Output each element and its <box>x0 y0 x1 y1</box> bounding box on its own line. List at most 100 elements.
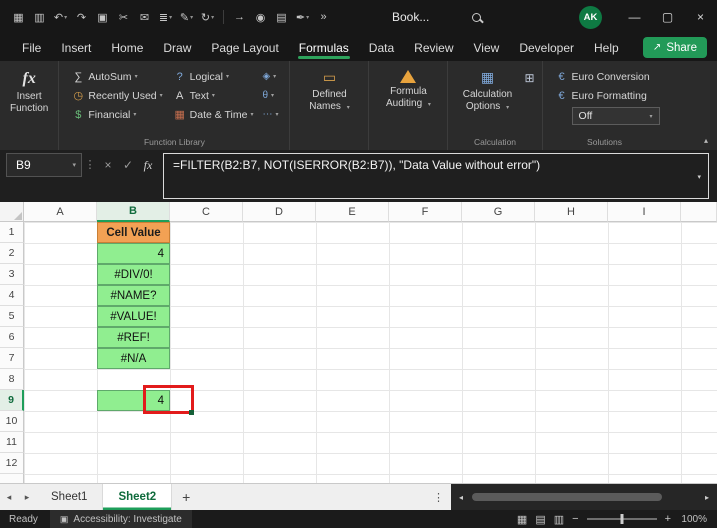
sheet-nav-left-icon[interactable]: ◂ <box>0 484 18 510</box>
accessibility-status[interactable]: ▣ Accessibility: Investigate <box>49 510 192 528</box>
financial-button[interactable]: $ Financial ▾ <box>66 105 167 124</box>
cells-area[interactable]: Cell Value 4 #DIV/0! #NAME? #VALUE! #REF… <box>24 222 717 483</box>
cell-B4[interactable]: #NAME? <box>97 285 170 306</box>
avatar[interactable]: AK <box>579 5 602 29</box>
add-sheet-button[interactable]: + <box>172 484 200 510</box>
row-header-8[interactable]: 8 <box>0 369 24 390</box>
formula-input[interactable]: =FILTER(B2:B7, NOT(ISERROR(B2:B7)), "Dat… <box>163 153 709 199</box>
row-header-9[interactable]: 9 <box>0 390 24 411</box>
autosum-button[interactable]: ∑ AutoSum ▾ <box>66 67 167 86</box>
undo-icon[interactable]: ↶ ▾ <box>50 4 71 30</box>
cut-icon[interactable]: ✂ <box>113 4 134 30</box>
row-header-5[interactable]: 5 <box>0 306 24 327</box>
tab-help[interactable]: Help <box>584 34 629 61</box>
scroll-right-icon[interactable]: ▸ <box>700 493 714 502</box>
zoom-slider[interactable] <box>586 514 657 524</box>
tab-developer[interactable]: Developer <box>509 34 584 61</box>
tab-page-layout[interactable]: Page Layout <box>201 34 288 61</box>
calculate-sheet-icon[interactable]: ⊞ <box>524 71 534 85</box>
column-header-i[interactable]: I <box>608 202 681 222</box>
cancel-icon[interactable]: × <box>98 153 118 177</box>
tab-file[interactable]: File <box>12 34 51 61</box>
share-button[interactable]: ↗ Share <box>642 37 707 58</box>
cell-B2[interactable]: 4 <box>97 243 170 264</box>
row-header-3[interactable]: 3 <box>0 264 24 285</box>
column-header-f[interactable]: F <box>389 202 462 222</box>
row-header-12[interactable]: 12 <box>0 453 24 474</box>
minimize-button[interactable]: — <box>618 0 651 34</box>
lookup-reference-button[interactable]: ◈ ▾ <box>258 67 282 86</box>
cell-B6[interactable]: #REF! <box>97 327 170 348</box>
zoom-level[interactable]: 100% <box>679 514 707 525</box>
euro-formatting-button[interactable]: € Euro Formatting <box>550 86 660 105</box>
tab-review[interactable]: Review <box>404 34 463 61</box>
cell-B3[interactable]: #DIV/0! <box>97 264 170 285</box>
formula-bar-expand-icon[interactable]: ▾ <box>697 173 701 181</box>
cell-B7[interactable]: #N/A <box>97 348 170 369</box>
zoom-in-button[interactable]: + <box>665 513 671 525</box>
select-all-corner[interactable] <box>0 202 24 222</box>
column-header-e[interactable]: E <box>316 202 389 222</box>
formula-bar-handle[interactable]: ⋮ <box>84 153 96 177</box>
search-icon[interactable] <box>465 12 487 22</box>
tab-insert[interactable]: Insert <box>51 34 101 61</box>
cell-B1[interactable]: Cell Value <box>97 222 170 243</box>
repeat-icon[interactable]: ↻ ▾ <box>197 4 218 30</box>
tab-home[interactable]: Home <box>101 34 153 61</box>
page-layout-view-icon[interactable]: ▤ <box>535 513 545 526</box>
print-icon[interactable]: ▤ <box>271 4 292 30</box>
normal-view-icon[interactable]: ▦ <box>517 513 527 526</box>
copy-icon[interactable]: ▣ <box>92 4 113 30</box>
tab-formulas[interactable]: Formulas <box>289 34 359 61</box>
column-header-b[interactable]: B <box>97 202 170 222</box>
row-header-4[interactable]: 4 <box>0 285 24 306</box>
date-time-button[interactable]: ▦ Date & Time ▾ <box>168 105 259 124</box>
sheet-tab-sheet1[interactable]: Sheet1 <box>36 484 104 510</box>
math-trig-button[interactable]: θ ▾ <box>258 86 282 105</box>
scrollbar-thumb[interactable] <box>472 493 662 501</box>
scroll-left-icon[interactable]: ◂ <box>454 493 468 502</box>
zoom-slider-thumb[interactable] <box>620 514 624 524</box>
recently-used-button[interactable]: ◷ Recently Used ▾ <box>66 86 167 105</box>
row-header-2[interactable]: 2 <box>0 243 24 264</box>
column-header-c[interactable]: C <box>170 202 243 222</box>
tab-view[interactable]: View <box>464 34 510 61</box>
row-header-6[interactable]: 6 <box>0 327 24 348</box>
fill-handle[interactable] <box>189 410 194 415</box>
column-header-g[interactable]: G <box>462 202 535 222</box>
column-header-h[interactable]: H <box>535 202 608 222</box>
sheet-nav-right-icon[interactable]: ▸ <box>18 484 36 510</box>
sheet-tab-sheet2[interactable]: Sheet2 <box>103 484 173 510</box>
defined-names-button[interactable]: ▭ Defined Names ▾ <box>297 67 361 115</box>
logical-button[interactable]: ? Logical ▾ <box>168 67 259 86</box>
formula-auditing-button[interactable]: Formula Auditing ▾ <box>376 67 440 112</box>
horizontal-scrollbar[interactable]: ◂ ▸ <box>451 484 717 510</box>
save-icon[interactable]: ▥ <box>29 4 50 30</box>
close-button[interactable]: × <box>684 0 717 34</box>
page-break-view-icon[interactable]: ▥ <box>554 513 564 526</box>
enter-icon[interactable]: ✓ <box>118 153 138 177</box>
insert-function-fx-icon[interactable]: fx <box>138 153 158 177</box>
redo-icon[interactable]: ↷ <box>71 4 92 30</box>
sheet-options-icon[interactable]: ⋮ <box>426 484 451 510</box>
row-header-10[interactable]: 10 <box>0 411 24 432</box>
column-header-a[interactable]: A <box>24 202 97 222</box>
scrollbar-track[interactable] <box>470 492 698 502</box>
calculation-options-button[interactable]: ▦ Calculation Options ▾ <box>455 67 519 115</box>
pointer-icon[interactable]: → <box>229 4 250 30</box>
row-header-1[interactable]: 1 <box>0 222 24 243</box>
numbered-list-icon[interactable]: ≣ ▾ <box>155 4 176 30</box>
row-header-7[interactable]: 7 <box>0 348 24 369</box>
row-header-11[interactable]: 11 <box>0 432 24 453</box>
collapse-ribbon-icon[interactable]: ▴ <box>704 136 708 145</box>
camera-icon[interactable]: ◉ <box>250 4 271 30</box>
tab-data[interactable]: Data <box>359 34 404 61</box>
tab-draw[interactable]: Draw <box>153 34 201 61</box>
cell-B5[interactable]: #VALUE! <box>97 306 170 327</box>
euro-off-dropdown[interactable]: Off ▾ <box>571 107 660 125</box>
insert-function-button[interactable]: fx Insert Function <box>7 67 51 117</box>
apps-icon[interactable]: ▦ <box>8 4 29 30</box>
signature-icon[interactable]: ✒ ▾ <box>292 4 313 30</box>
maximize-button[interactable]: ▢ <box>651 0 684 34</box>
euro-conversion-button[interactable]: € Euro Conversion <box>550 67 660 86</box>
